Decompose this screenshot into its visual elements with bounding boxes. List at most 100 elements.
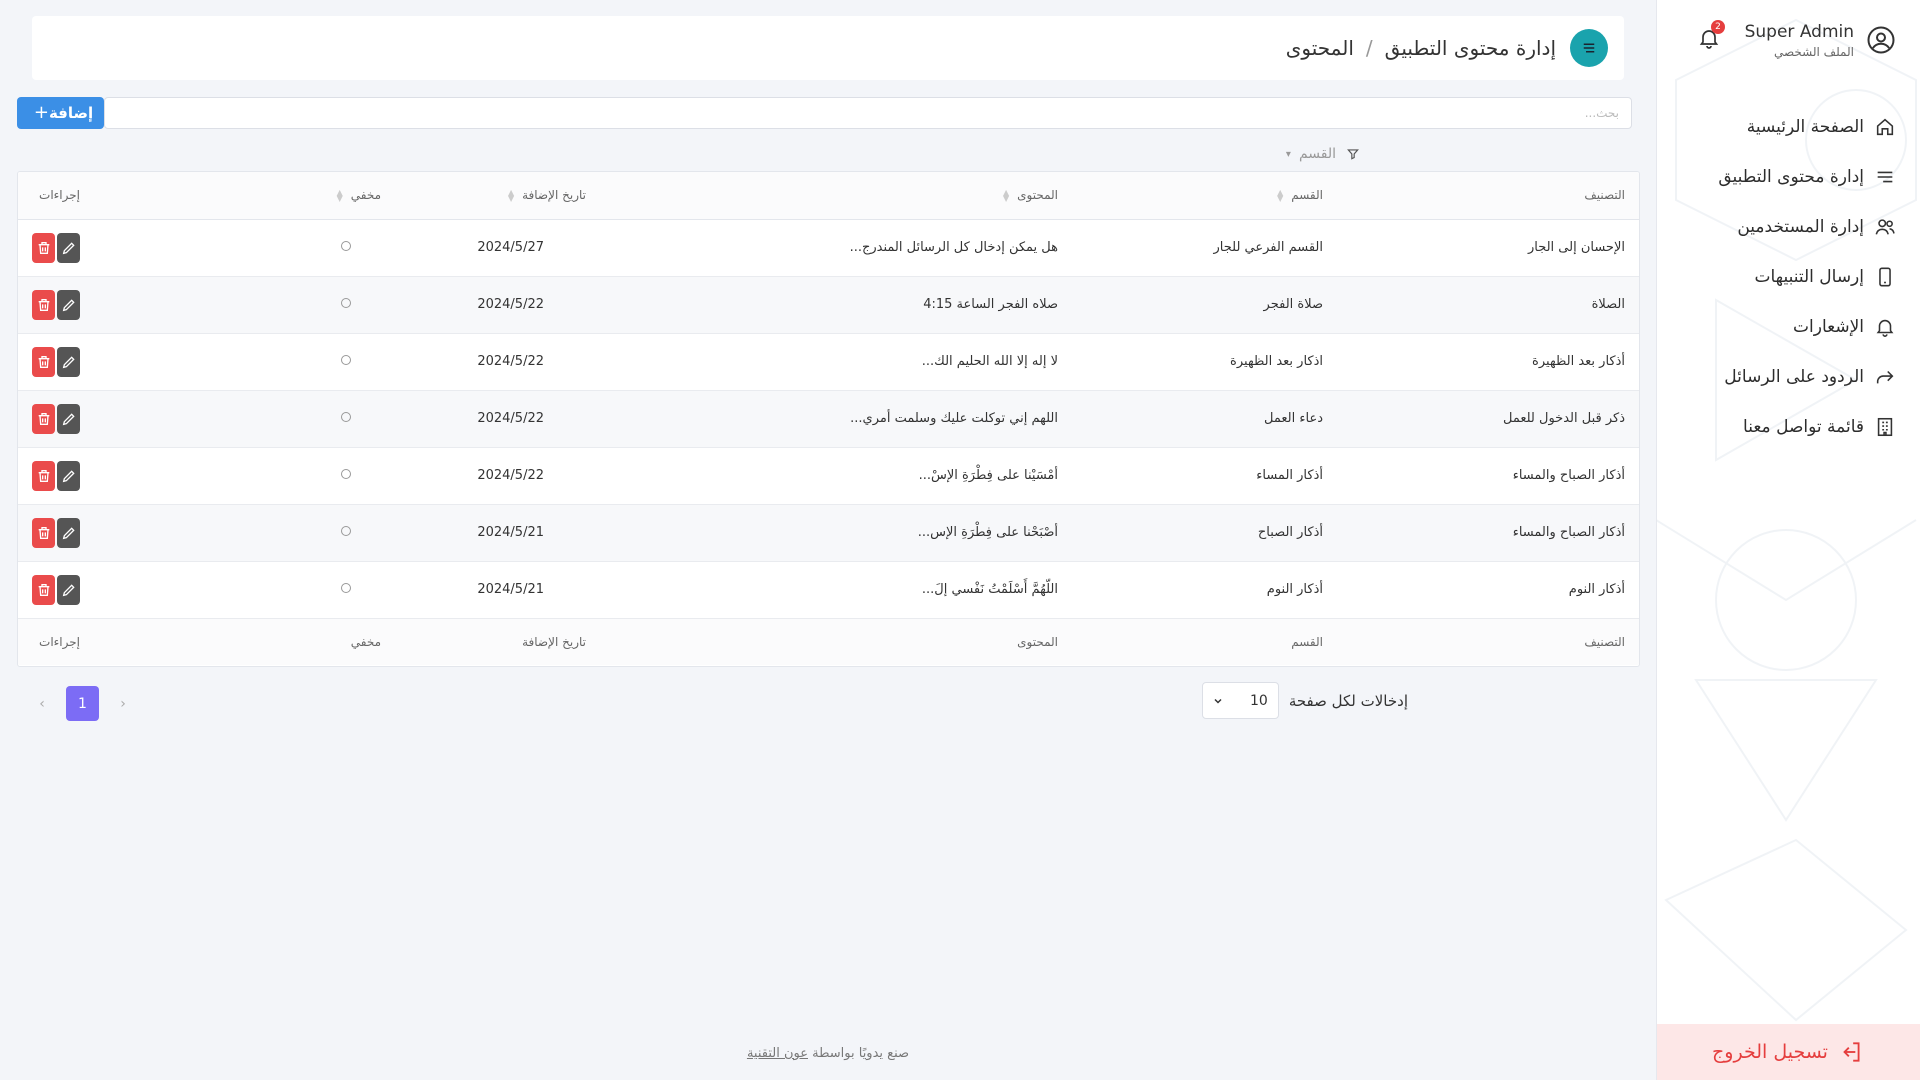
- page-button-current[interactable]: 1: [66, 686, 99, 721]
- col-category: التصنيف: [1337, 172, 1639, 220]
- cell-date: 2024/5/22: [395, 333, 600, 391]
- cell-date: 2024/5/22: [395, 447, 600, 505]
- trash-icon: [38, 412, 49, 425]
- prev-page-icon[interactable]: ‹: [32, 696, 52, 712]
- delete-button[interactable]: [32, 517, 55, 548]
- table-header-row: التصنيف القسم▲ ▼ المحتوى▲ ▼ تاريخ الإضافة▲…: [18, 172, 1639, 220]
- sidebar-item-label: الصفحة الرئيسية: [1746, 117, 1864, 137]
- toolbar: إضافة +: [17, 96, 1640, 129]
- col-hidden: مخفي: [240, 618, 395, 665]
- hidden-radio[interactable]: [341, 241, 351, 251]
- top-bar: إدارة محتوى التطبيق / المحتوى: [32, 16, 1624, 80]
- cell-date: 2024/5/22: [395, 276, 600, 334]
- cell-actions: [18, 390, 240, 448]
- col-date: تاريخ الإضافة: [395, 618, 600, 665]
- sidebar-item-users[interactable]: إدارة المستخدمين: [1673, 202, 1896, 252]
- cell-section: أذكار النوم: [1072, 561, 1337, 619]
- cell-hidden: [240, 219, 395, 277]
- sidebar-item-content[interactable]: إدارة محتوى التطبيق: [1673, 152, 1896, 202]
- edit-button[interactable]: [57, 346, 80, 377]
- cell-category: أذكار النوم: [1337, 561, 1639, 619]
- hidden-radio[interactable]: [341, 355, 351, 365]
- cell-category: الإحسان إلى الجار: [1337, 219, 1639, 277]
- table-footer-row: التصنيف القسم المحتوى تاريخ الإضافة مخفي…: [18, 618, 1639, 665]
- breadcrumb-root[interactable]: إدارة محتوى التطبيق: [1385, 36, 1556, 60]
- edit-button[interactable]: [57, 574, 80, 605]
- menu-icon: [1583, 43, 1595, 53]
- search-input[interactable]: [104, 96, 1632, 129]
- cell-content: أصْبَحْنا على فِطْرَةِ الإس...: [600, 504, 1072, 562]
- next-page-icon[interactable]: ›: [113, 696, 133, 712]
- content-table: التصنيف القسم▲ ▼ المحتوى▲ ▼ تاريخ الإضافة▲…: [17, 171, 1640, 667]
- cell-section: صلاة الفجر: [1072, 276, 1337, 334]
- cell-category: أذكار بعد الظهيرة: [1337, 333, 1639, 391]
- pencil-icon: [62, 469, 75, 482]
- delete-button[interactable]: [32, 232, 55, 263]
- hidden-radio[interactable]: [341, 298, 351, 308]
- col-category: التصنيف: [1337, 618, 1639, 665]
- sort-icon: ▲ ▼: [336, 187, 343, 203]
- profile-link[interactable]: الملف الشخصي: [1774, 45, 1854, 59]
- breadcrumb-current: المحتوى: [1285, 36, 1354, 60]
- col-date[interactable]: تاريخ الإضافة▲ ▼: [395, 172, 600, 220]
- filter-label: القسم: [1298, 146, 1336, 162]
- pencil-icon: [62, 412, 75, 425]
- delete-button[interactable]: [32, 346, 55, 377]
- sidebar-item-replies[interactable]: الردود على الرسائل: [1673, 352, 1896, 402]
- per-page-select[interactable]: 10: [1201, 682, 1279, 719]
- cell-date: 2024/5/22: [395, 390, 600, 448]
- profile-block[interactable]: Super Admin الملف الشخصي 2: [1677, 18, 1896, 62]
- hidden-radio[interactable]: [341, 526, 351, 536]
- delete-button[interactable]: [32, 403, 55, 434]
- cell-section: أذكار المساء: [1072, 447, 1337, 505]
- cell-section: أذكار الصباح: [1072, 504, 1337, 562]
- hidden-radio[interactable]: [341, 412, 351, 422]
- footer-link[interactable]: عون التقنية: [747, 1046, 808, 1061]
- sidebar-item-label: الردود على الرسائل: [1724, 367, 1864, 387]
- section-filter[interactable]: القسم ▾: [1286, 146, 1360, 162]
- cell-content: اللّهُمَّ أَسْلَمْتُ نَفْسي إلَ...: [600, 561, 1072, 619]
- sidebar-item-send-alerts[interactable]: إرسال التنبيهات: [1673, 252, 1896, 302]
- pagination: ‹ 1 ›: [32, 686, 133, 721]
- edit-button[interactable]: [57, 232, 80, 263]
- edit-button[interactable]: [57, 460, 80, 491]
- cell-date: 2024/5/21: [395, 504, 600, 562]
- sidebar-item-contact-list[interactable]: قائمة تواصل معنا: [1673, 402, 1896, 452]
- sidebar-item-label: الإشعارات: [1793, 317, 1864, 337]
- pencil-icon: [62, 355, 75, 368]
- delete-button[interactable]: [32, 574, 55, 605]
- table-row: أذكار الصباح والمساء أذكار الصباح أصْبَح…: [18, 504, 1639, 562]
- sidebar-item-home[interactable]: الصفحة الرئيسية: [1673, 102, 1896, 152]
- sidebar-item-notifications[interactable]: الإشعارات: [1673, 302, 1896, 352]
- table-row: الصلاة صلاة الفجر صلاه الفجر الساعة 4:15…: [18, 276, 1639, 334]
- hidden-radio[interactable]: [341, 583, 351, 593]
- edit-button[interactable]: [57, 517, 80, 548]
- trash-icon: [38, 355, 49, 368]
- notifications-bell[interactable]: 2: [1697, 20, 1725, 50]
- filter-icon: [1347, 149, 1359, 160]
- trash-icon: [38, 469, 49, 482]
- reply-icon: [1876, 370, 1894, 384]
- edit-button[interactable]: [57, 403, 80, 434]
- sort-icon: ▲ ▼: [1002, 187, 1010, 203]
- cell-actions: [18, 504, 240, 562]
- delete-button[interactable]: [32, 460, 55, 491]
- hidden-radio[interactable]: [341, 469, 351, 479]
- col-content[interactable]: المحتوى▲ ▼: [600, 172, 1072, 220]
- per-page-value: 10: [1250, 692, 1268, 709]
- cell-section: دعاء العمل: [1072, 390, 1337, 448]
- menu-toggle-button[interactable]: [1570, 29, 1608, 67]
- col-hidden[interactable]: مخفي▲ ▼: [240, 172, 395, 220]
- delete-button[interactable]: [32, 289, 55, 320]
- plus-icon: +: [33, 102, 49, 123]
- sidebar-item-label: إدارة المستخدمين: [1737, 217, 1864, 237]
- cell-actions: [18, 333, 240, 391]
- edit-button[interactable]: [57, 289, 80, 320]
- add-button[interactable]: إضافة +: [17, 96, 104, 129]
- col-section[interactable]: القسم▲ ▼: [1072, 172, 1337, 220]
- logout-icon: [1843, 1042, 1860, 1062]
- table-row: أذكار بعد الظهيرة اذكار بعد الظهيرة لا إ…: [18, 333, 1639, 391]
- logout-button[interactable]: تسجيل الخروج: [1657, 1024, 1920, 1080]
- bell-icon: [1876, 319, 1894, 337]
- home-icon: [1876, 118, 1894, 136]
